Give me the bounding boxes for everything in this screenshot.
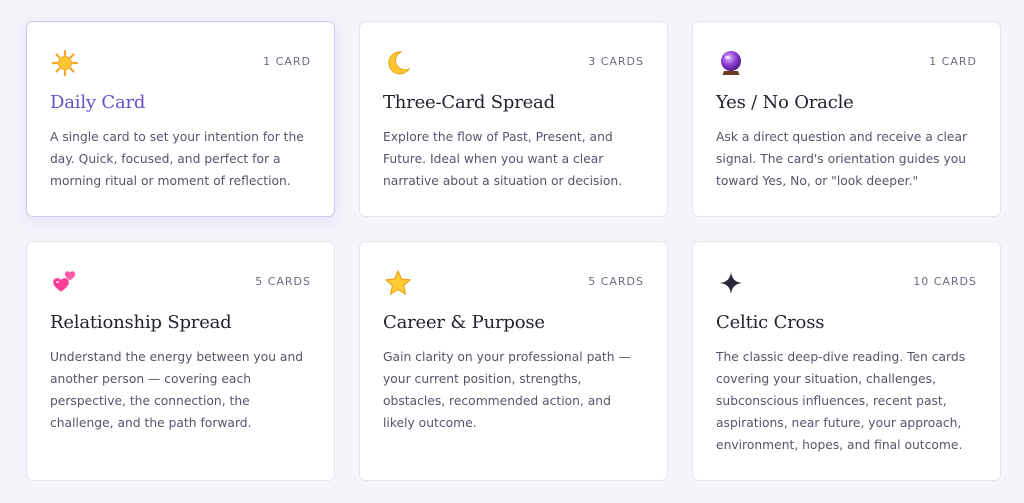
card-count: 1 CARD xyxy=(263,54,311,68)
spread-card-yes-no[interactable]: 1 CARD Yes / No Oracle Ask a direct ques… xyxy=(692,21,1001,217)
crystal-ball-icon xyxy=(716,48,746,78)
card-title: Three-Card Spread xyxy=(383,92,555,113)
card-count: 5 CARDS xyxy=(255,274,311,288)
card-description: Gain clarity on your professional path —… xyxy=(383,350,631,430)
crescent-moon-icon xyxy=(383,48,413,78)
card-header: 3 CARDS xyxy=(383,48,644,78)
spread-card-three-card[interactable]: 3 CARDS Three-Card Spread Explore the fl… xyxy=(359,21,668,217)
card-header: 1 CARD xyxy=(50,48,311,78)
card-description: Ask a direct question and receive a clea… xyxy=(716,130,968,188)
card-description: Explore the flow of Past, Present, and F… xyxy=(383,130,623,188)
four-point-sparkle-icon xyxy=(716,268,746,298)
card-title: Yes / No Oracle xyxy=(716,92,854,113)
card-title: Daily Card xyxy=(50,92,146,113)
spread-grid: 1 CARD Daily Card A single card to set y… xyxy=(26,21,1001,481)
spread-card-celtic-cross[interactable]: 10 CARDS Celtic Cross The classic deep-d… xyxy=(692,241,1001,481)
card-header: 10 CARDS xyxy=(716,268,977,298)
card-title: Relationship Spread xyxy=(50,312,232,333)
card-count: 10 CARDS xyxy=(913,274,977,288)
spread-card-relationship[interactable]: 5 CARDS Relationship Spread Understand t… xyxy=(26,241,335,481)
card-header: 5 CARDS xyxy=(383,268,644,298)
card-description: Understand the energy between you and an… xyxy=(50,350,304,430)
two-hearts-icon xyxy=(50,268,80,298)
card-title: Career & Purpose xyxy=(383,312,545,333)
card-count: 5 CARDS xyxy=(588,274,644,288)
spread-card-daily[interactable]: 1 CARD Daily Card A single card to set y… xyxy=(26,21,335,217)
sun-icon xyxy=(50,48,80,78)
card-count: 1 CARD xyxy=(929,54,977,68)
card-title: Celtic Cross xyxy=(716,312,825,333)
card-description: The classic deep-dive reading. Ten cards… xyxy=(716,350,966,452)
card-description: A single card to set your intention for … xyxy=(50,130,304,188)
card-header: 1 CARD xyxy=(716,48,977,78)
card-count: 3 CARDS xyxy=(588,54,644,68)
star-icon xyxy=(383,268,413,298)
card-header: 5 CARDS xyxy=(50,268,311,298)
spread-card-career[interactable]: 5 CARDS Career & Purpose Gain clarity on… xyxy=(359,241,668,481)
